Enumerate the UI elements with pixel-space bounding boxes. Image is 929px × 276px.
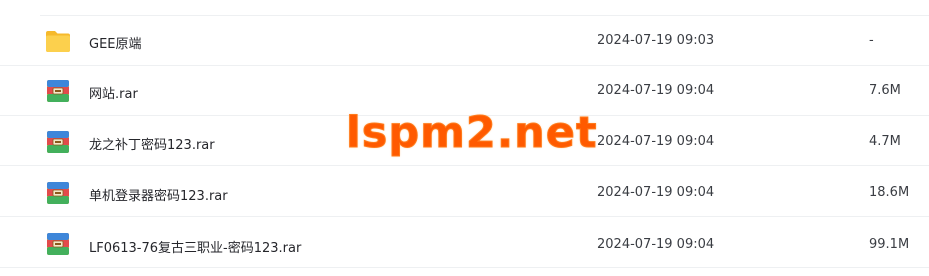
- rar-archive-icon: [47, 80, 69, 102]
- file-name[interactable]: 龙之补丁密码123.rar: [89, 134, 215, 153]
- rar-archive-icon: [47, 182, 69, 204]
- file-size: 18.6M: [869, 185, 910, 200]
- file-size: 4.7M: [869, 134, 901, 149]
- file-name[interactable]: 网站.rar: [89, 83, 138, 102]
- file-date: 2024-07-19 09:04: [597, 237, 715, 252]
- watermark: lspm2.net: [346, 108, 598, 159]
- folder-icon: [46, 31, 70, 52]
- file-name[interactable]: GEE原端: [89, 33, 142, 52]
- file-row[interactable]: 单机登录器密码123.rar 2024-07-19 09:04 18.6M: [0, 167, 929, 217]
- file-date: 2024-07-19 09:04: [597, 134, 715, 149]
- file-date: 2024-07-19 09:04: [597, 185, 715, 200]
- file-row[interactable]: GEE原端 2024-07-19 09:03 -: [0, 16, 929, 66]
- file-size: 7.6M: [869, 83, 901, 98]
- file-date: 2024-07-19 09:04: [597, 83, 715, 98]
- rar-archive-icon: [47, 131, 69, 153]
- file-date: 2024-07-19 09:03: [597, 33, 715, 48]
- file-name[interactable]: LF0613-76复古三职业-密码123.rar: [89, 237, 301, 256]
- rar-archive-icon: [47, 233, 69, 255]
- file-size: 99.1M: [869, 237, 910, 252]
- file-name[interactable]: 单机登录器密码123.rar: [89, 185, 228, 204]
- file-row[interactable]: LF0613-76复古三职业-密码123.rar 2024-07-19 09:0…: [0, 218, 929, 268]
- file-size: -: [869, 33, 874, 48]
